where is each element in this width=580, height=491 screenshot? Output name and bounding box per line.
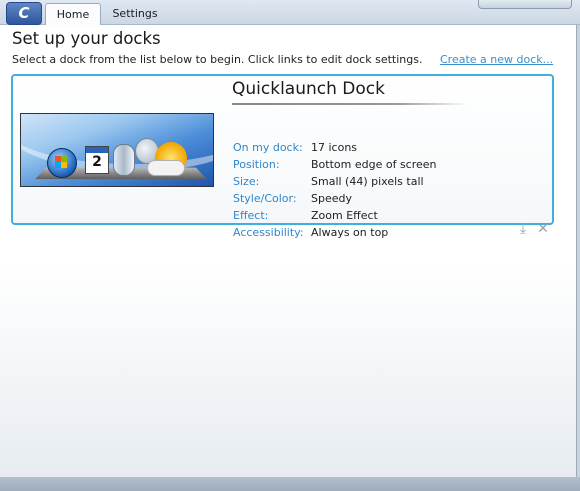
calendar-icon: 2 <box>85 146 109 174</box>
property-label-style-color[interactable]: Style/Color: <box>233 192 297 205</box>
tab-home[interactable]: Home <box>45 3 101 26</box>
dock-preview-image[interactable]: 2 <box>20 113 214 187</box>
home-panel: Set up your docks Select a dock from the… <box>0 25 577 477</box>
property-value-position: Bottom edge of screen <box>311 158 437 171</box>
property-value-size: Small (44) pixels tall <box>311 175 424 188</box>
tab-settings[interactable]: Settings <box>105 3 165 24</box>
dock-name: Quicklaunch Dock <box>232 79 385 99</box>
windows-flag-icon <box>55 156 67 168</box>
create-new-dock-link[interactable]: Create a new dock... <box>440 53 553 66</box>
property-label-on-my-dock[interactable]: On my dock: <box>233 141 303 154</box>
property-value-on-my-dock: 17 icons <box>311 141 358 154</box>
title-bar: C Home Settings <box>0 0 580 26</box>
dock-card[interactable]: 2 Quicklaunch Dock On my dock: 17 icons … <box>11 74 554 239</box>
property-value-style-color: Speedy <box>311 192 352 205</box>
property-label-effect[interactable]: Effect: <box>233 209 268 222</box>
delete-icon[interactable]: ✕ <box>535 221 551 237</box>
app-logo-icon[interactable]: C <box>6 2 42 25</box>
property-value-effect: Zoom Effect <box>311 209 378 222</box>
property-label-size[interactable]: Size: <box>233 175 259 188</box>
property-label-position[interactable]: Position: <box>233 158 280 171</box>
page-title: Set up your docks <box>12 29 161 48</box>
weather-cloud-icon <box>147 160 185 176</box>
property-label-accessibility[interactable]: Accessibility: <box>233 226 304 239</box>
window-bottom-edge <box>0 477 580 491</box>
cd-drive-icon <box>113 144 135 176</box>
instructions-text: Select a dock from the list below to beg… <box>12 53 423 66</box>
export-icon[interactable]: ⤓ <box>515 221 531 237</box>
property-value-accessibility: Always on top <box>311 226 389 239</box>
dock-name-divider <box>232 103 468 105</box>
window-control-buttons[interactable] <box>478 0 572 9</box>
